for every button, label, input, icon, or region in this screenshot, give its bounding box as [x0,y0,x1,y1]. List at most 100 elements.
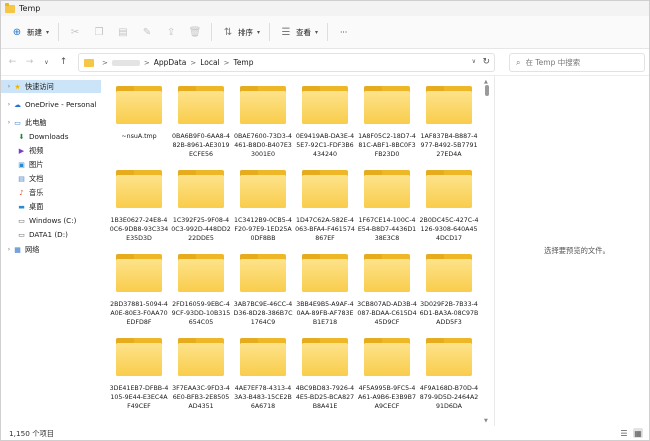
view-button[interactable]: ☰ 查看 ▾ [274,22,323,42]
file-item[interactable]: 0BAE7600-73D3-4461-B8D0-B407E33001E0 [233,86,293,159]
large-icons-view-icon[interactable]: ▦ [633,428,643,438]
file-item[interactable]: 3AB7BC9E-46CC-4D36-8D28-386B7C1764C9 [233,254,293,327]
sidebar-item-label: Downloads [29,132,69,141]
folder-icon [116,254,162,292]
chevron-right-icon[interactable]: › [5,119,13,126]
file-item[interactable]: 3DE41EB7-DFBB-4105-9E44-E3EC4AF49CEF [109,338,169,411]
new-button[interactable]: ⊕ 新建 ▾ [5,22,54,42]
details-view-icon[interactable]: ☰ [619,428,629,438]
more-label: ··· [340,27,348,37]
preview-pane: 选择要预览的文件。 [495,76,649,426]
more-button[interactable]: ··· [332,22,352,42]
sidebar-item[interactable]: ▶ 视频 [1,144,101,157]
folder-icon [178,86,224,124]
chevron-down-icon: ∨ [44,58,49,66]
folder-icon [426,254,472,292]
back-button[interactable]: ← [5,55,20,70]
file-name: ~nsuA.tmp [121,133,157,140]
toolbar-divider [327,23,329,41]
sidebar-item[interactable]: ▭ Windows (C:) [1,214,101,227]
chevron-down-icon: ▾ [315,28,319,36]
chevron-right-icon[interactable]: › [5,83,13,90]
folder-icon [116,338,162,376]
cut-button[interactable]: ✂ [63,22,87,42]
sidebar-item[interactable]: › ▦ 网络 [1,243,101,256]
sidebar-item[interactable]: ▭ DATA1 (D:) [1,228,101,241]
breadcrumb-local[interactable]: Local [200,58,219,67]
file-item[interactable]: 1B3E0627-24E8-40C6-9DB8-93C334E35D3D [109,170,169,243]
sidebar-item[interactable]: ▬ 桌面 [1,200,101,213]
sidebar-item[interactable]: ▣ 图片 [1,158,101,171]
file-item[interactable]: 3F7EAA3C-9FD3-46E0-BFB3-2E8505AD4351 [171,338,231,411]
rename-button[interactable]: ✎ [135,22,159,42]
address-box[interactable]: > > AppData > Local > Temp ∨ ↻ [78,53,495,72]
folder-icon [116,86,162,124]
sidebar-item-label: 图片 [29,159,44,169]
title-bar: Temp [1,1,649,16]
file-item[interactable]: 4F5A995B-9FC5-4A61-A9B6-E3B9B7A9CECF [357,338,417,411]
file-item[interactable]: 4BC9BD83-7926-44E5-BD25-BCA827B8A41E [295,338,355,411]
paste-button[interactable]: ▤ [111,22,135,42]
file-item[interactable]: 1D47C62A-582E-4063-BFA4-F461574867EF [295,170,355,243]
recent-locations-button[interactable]: ∨ [39,55,54,70]
file-name: 2B0DC45C-427C-4126-9308-640A454DCD17 [419,217,479,242]
file-item[interactable]: 3BB4E9B5-A9AF-40AA-89FB-AF783EB1E718 [295,254,355,327]
download-icon: ⬇ [18,132,25,141]
share-button[interactable]: ⇪ [159,22,183,42]
sidebar-item-label: 快速访问 [25,81,54,91]
drive-icon: ▭ [18,216,25,225]
folder-icon [364,170,410,208]
navigation-pane: › ★ 快速访问 › ☁ OneDrive - Personal › ▭ 此电脑 ⬇ Downloa… [1,76,101,426]
refresh-icon[interactable]: ↻ [482,57,490,67]
search-input[interactable] [525,58,636,67]
up-button[interactable]: ↑ [56,55,71,70]
scroll-down-icon[interactable]: ▼ [484,418,488,424]
file-name: 1C392F25-9F08-40C3-992D-448DD222DDE5 [171,217,231,242]
file-item[interactable]: 3D029F2B-7B33-46D1-BA3A-08C97BADD5F3 [419,254,479,327]
new-label: 新建 [27,27,42,37]
trash-icon: 🗑 [188,26,202,38]
search-box[interactable]: ⌕ [509,53,645,72]
sidebar-item-label: 此电脑 [25,117,47,127]
chevron-right-icon[interactable]: › [5,101,13,108]
file-name: 3BB4E9B5-A9AF-40AA-89FB-AF783EB1E718 [296,301,354,326]
file-item[interactable]: 4F9A168D-B70D-4879-9D5D-2464A291D6DA [419,338,479,411]
folder-icon [302,170,348,208]
search-icon: ⌕ [516,57,521,67]
sidebar-item[interactable]: ♪ 音乐 [1,186,101,199]
file-item[interactable]: 1F67CE14-100C-4E54-B8D7-4436D138E3C8 [357,170,417,243]
breadcrumb-appdata[interactable]: AppData [154,58,187,67]
file-item[interactable]: 3CB807AD-AD3B-4087-BDAA-C615D445D9CF [357,254,417,327]
chevron-down-icon[interactable]: ∨ [472,58,476,65]
file-item[interactable]: 4AE7EF78-4313-43A3-B483-15CE2B6A6718 [233,338,293,411]
preview-message: 选择要预览的文件。 [544,246,610,255]
file-item[interactable]: 2FD16059-9EBC-49CF-93DD-10B315654C05 [171,254,231,327]
file-item[interactable]: 1A8F05C2-18D7-481C-ABF1-8BC0F3FB23D0 [357,86,417,159]
file-item[interactable]: 2B0DC45C-427C-4126-9308-640A454DCD17 [419,170,479,243]
folder-icon [426,338,472,376]
scrollbar-thumb[interactable] [485,85,489,96]
sort-button[interactable]: ⇅ 排序 ▾ [216,22,265,42]
sidebar-item[interactable]: › ▭ 此电脑 [1,116,101,129]
sidebar-item[interactable]: ▤ 文档 [1,172,101,185]
file-item[interactable]: 1AF837B4-B887-4977-B492-5B779127ED4A [419,86,479,159]
delete-button[interactable]: 🗑 [183,22,207,42]
vertical-scrollbar[interactable]: ▲ ▼ [483,79,491,424]
sidebar-item[interactable]: › ★ 快速访问 [1,80,101,93]
file-item[interactable]: 1C3412B9-0CB5-4F20-97E9-1ED25A0DF8BB [233,170,293,243]
file-item[interactable]: 2BD37881-5094-4A0E-80E3-F0AA70EDFD8F [109,254,169,327]
star-icon: ★ [14,82,21,91]
chevron-right-icon[interactable]: › [5,246,13,253]
sidebar-item[interactable]: › ☁ OneDrive - Personal [1,98,101,111]
file-item[interactable]: ~nsuA.tmp [109,86,169,141]
sidebar-item[interactable]: ⬇ Downloads [1,130,101,143]
sidebar-item-label: DATA1 (D:) [29,230,68,239]
file-item[interactable]: 0E9419AB-DA3E-45E7-92C1-FDF3B6434240 [295,86,355,159]
breadcrumb-temp[interactable]: Temp [234,58,254,67]
file-item[interactable]: 0BA6B9F0-6AA8-482B-8961-AE3019ECFE56 [171,86,231,159]
copy-button[interactable]: ❐ [87,22,111,42]
forward-button[interactable]: → [22,55,37,70]
file-name: 2BD37881-5094-4A0E-80E3-F0AA70EDFD8F [110,301,168,326]
file-item[interactable]: 1C392F25-9F08-40C3-992D-448DD222DDE5 [171,170,231,243]
document-icon: ▤ [18,174,25,183]
